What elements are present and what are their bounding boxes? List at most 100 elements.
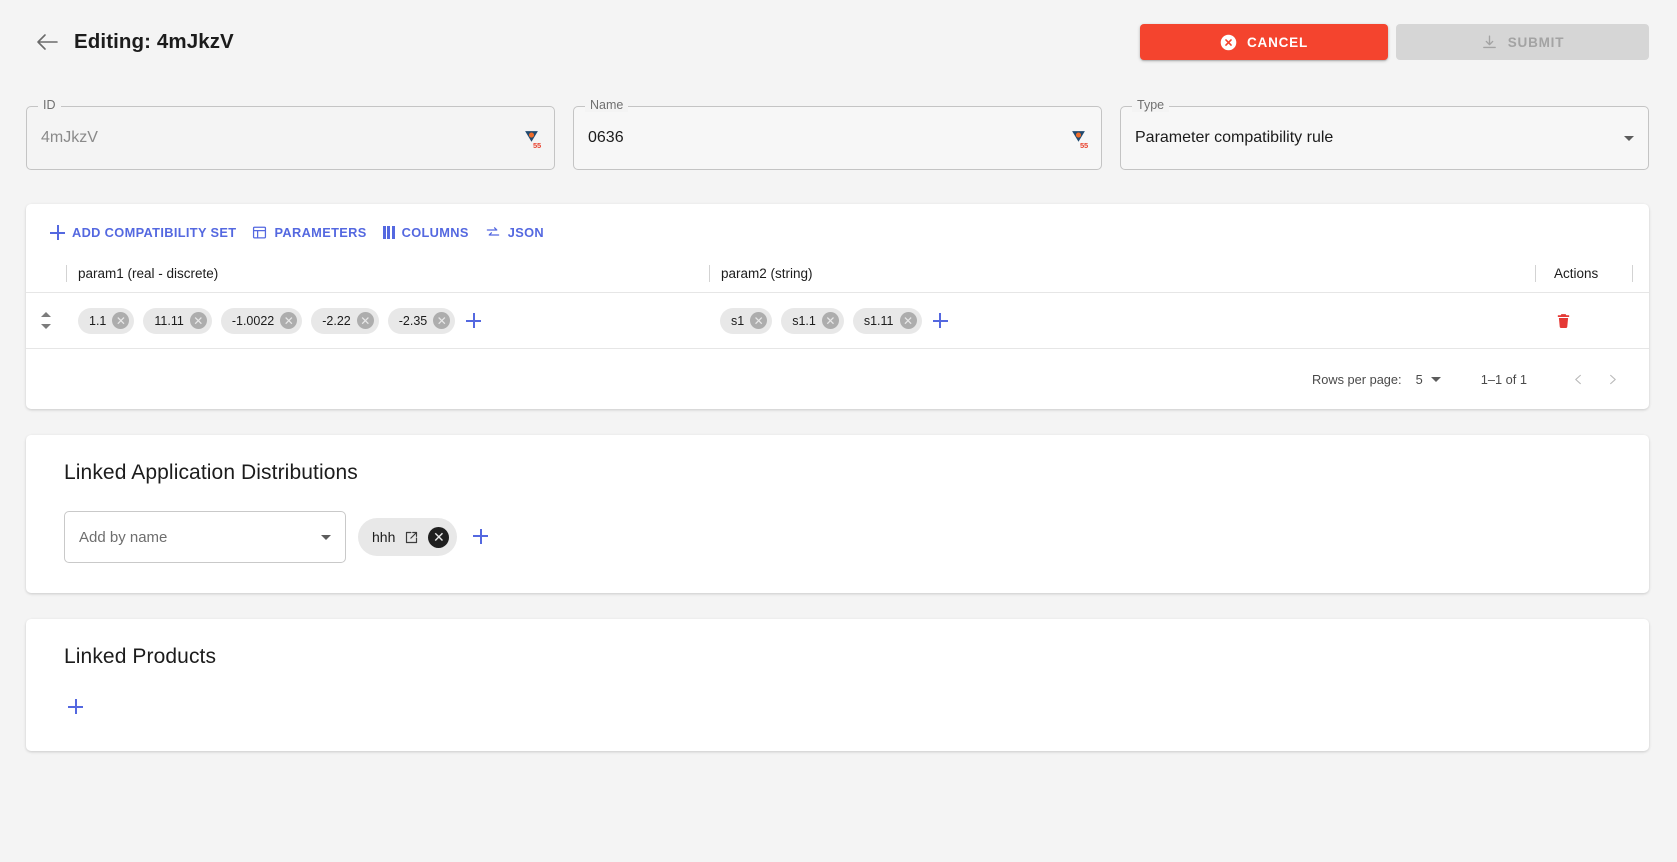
value-chip[interactable]: s1 ✕: [720, 307, 773, 334]
next-page-button[interactable]: [1595, 362, 1629, 396]
value-chip-label: -2.22: [322, 313, 351, 328]
move-down-icon[interactable]: [41, 324, 51, 329]
extension-badge-count: 55: [533, 140, 541, 150]
chevron-down-icon: [321, 534, 331, 540]
linked-products-card: Linked Products: [26, 619, 1649, 751]
rows-per-page-select[interactable]: 5: [1416, 372, 1441, 387]
columns-button[interactable]: COLUMNS: [375, 220, 477, 245]
column-header-actions: Actions: [1554, 266, 1599, 281]
add-compatibility-set-label: ADD COMPATIBILITY SET: [72, 225, 237, 240]
value-chip-label: s1.1: [792, 313, 816, 328]
close-icon[interactable]: ✕: [821, 312, 839, 329]
param1-cell: 1.1 ✕ 11.11 ✕ -1.0022 ✕ -2.22 ✕ -2.35 ✕: [66, 307, 708, 334]
value-chip[interactable]: -2.22 ✕: [311, 307, 379, 334]
linked-products-row: [50, 695, 1625, 721]
plus-icon: [68, 699, 85, 716]
close-icon[interactable]: ✕: [750, 312, 768, 329]
rows-per-page-value: 5: [1415, 371, 1423, 387]
cancel-circle-icon: [1220, 34, 1237, 51]
page-title: Editing: 4mJkzV: [74, 30, 234, 53]
chevron-down-icon[interactable]: [1624, 135, 1634, 141]
linked-distributions-row: Add by name hhh ✕: [50, 511, 1625, 563]
add-distribution-button[interactable]: [469, 525, 494, 550]
type-field-label: Type: [1132, 99, 1170, 112]
add-by-name-placeholder: Add by name: [79, 528, 168, 546]
column-header-param2[interactable]: param2 (string): [710, 266, 1535, 281]
page-header: Editing: 4mJkzV CANCEL SUBMIT: [0, 0, 1677, 84]
close-icon[interactable]: ✕: [280, 312, 298, 329]
close-icon[interactable]: ✕: [112, 312, 130, 329]
value-chip[interactable]: 1.1 ✕: [78, 307, 135, 334]
column-header-param1[interactable]: param1 (real - discrete): [67, 266, 709, 281]
linked-distributions-title: Linked Application Distributions: [64, 461, 358, 484]
columns-icon: [382, 226, 395, 239]
close-icon[interactable]: ✕: [356, 312, 374, 329]
value-chip-label: -1.0022: [231, 313, 275, 328]
value-chip[interactable]: 11.11 ✕: [143, 307, 212, 334]
name-field-label: Name: [585, 99, 629, 112]
extension-badge-icon[interactable]: 55: [523, 129, 541, 150]
add-product-button[interactable]: [64, 695, 89, 720]
compatibility-grid-card: ADD COMPATIBILITY SET PARAMETERS COLUMNS: [26, 204, 1649, 409]
rows-per-page-label: Rows per page:: [1311, 371, 1402, 387]
submit-button-label: SUBMIT: [1507, 34, 1565, 50]
add-param1-value-button[interactable]: [464, 311, 483, 330]
type-field-value: Parameter compatibility rule: [1135, 129, 1334, 146]
distribution-chip-label: hhh: [372, 529, 396, 545]
close-icon[interactable]: ✕: [899, 312, 917, 329]
close-circle-icon[interactable]: ✕: [428, 526, 450, 548]
back-arrow-icon[interactable]: [34, 29, 60, 55]
cancel-button[interactable]: CANCEL: [1140, 24, 1388, 60]
value-chip-label: -2.35: [398, 313, 428, 328]
name-field[interactable]: Name 0636 55: [573, 99, 1102, 170]
move-up-icon[interactable]: [41, 312, 51, 317]
linked-distributions-card: Linked Application Distributions Add by …: [26, 435, 1649, 593]
json-button[interactable]: JSON: [477, 220, 552, 245]
download-icon: [1481, 34, 1498, 51]
value-chip[interactable]: -1.0022 ✕: [220, 307, 303, 334]
add-compatibility-set-button[interactable]: ADD COMPATIBILITY SET: [42, 220, 244, 245]
plus-icon: [50, 225, 65, 240]
value-chip[interactable]: -2.35 ✕: [387, 307, 456, 334]
parameters-label: PARAMETERS: [274, 225, 367, 240]
linked-products-title: Linked Products: [64, 645, 217, 668]
grid-pagination: Rows per page: 5 1–1 of 1: [26, 349, 1649, 409]
column-divider: [1632, 265, 1633, 282]
value-chip-label: s1.11: [863, 313, 894, 328]
launch-icon[interactable]: [404, 530, 419, 545]
edit-rule-page: Editing: 4mJkzV CANCEL SUBMIT ID 4mJkzV …: [0, 0, 1677, 862]
reorder-updown-icon[interactable]: [26, 312, 66, 329]
add-by-name-select[interactable]: Add by name: [64, 511, 346, 563]
close-icon[interactable]: ✕: [433, 312, 451, 329]
parameters-button[interactable]: PARAMETERS: [244, 220, 374, 245]
name-field-value: 0636: [588, 129, 624, 146]
type-field[interactable]: Type Parameter compatibility rule: [1120, 99, 1649, 170]
close-icon[interactable]: ✕: [189, 312, 207, 329]
json-label: JSON: [507, 225, 544, 240]
id-field[interactable]: ID 4mJkzV 55: [26, 99, 555, 170]
extension-badge-count: 55: [1080, 140, 1088, 150]
plus-icon: [473, 528, 490, 546]
plus-icon: [466, 313, 482, 328]
table-row: 1.1 ✕ 11.11 ✕ -1.0022 ✕ -2.22 ✕ -2.35 ✕ …: [26, 293, 1649, 349]
pagination-range: 1–1 of 1: [1480, 371, 1527, 387]
grid-toolbar: ADD COMPATIBILITY SET PARAMETERS COLUMNS: [26, 204, 1649, 255]
value-chip-label: 11.11: [154, 313, 184, 328]
chevron-down-icon: [1430, 376, 1441, 382]
extension-badge-icon[interactable]: 55: [1070, 129, 1088, 150]
table-icon: [252, 225, 267, 240]
id-field-value: 4mJkzV: [41, 129, 98, 146]
add-param2-value-button[interactable]: [931, 311, 950, 330]
delete-row-button[interactable]: [1537, 311, 1633, 330]
param2-cell: s1 ✕ s1.1 ✕ s1.11 ✕: [708, 307, 1537, 334]
id-field-label: ID: [38, 99, 61, 112]
plus-icon: [932, 313, 948, 328]
distribution-chip[interactable]: hhh ✕: [358, 518, 458, 556]
value-chip[interactable]: s1.11 ✕: [852, 307, 922, 334]
value-chip-label: s1: [731, 313, 745, 328]
columns-label: COLUMNS: [401, 225, 469, 240]
submit-button[interactable]: SUBMIT: [1396, 24, 1649, 60]
meta-fields-row: ID 4mJkzV 55 Name 0636 55 Type Parameter…: [0, 99, 1677, 170]
previous-page-button[interactable]: [1561, 362, 1595, 396]
value-chip[interactable]: s1.1 ✕: [781, 307, 844, 334]
